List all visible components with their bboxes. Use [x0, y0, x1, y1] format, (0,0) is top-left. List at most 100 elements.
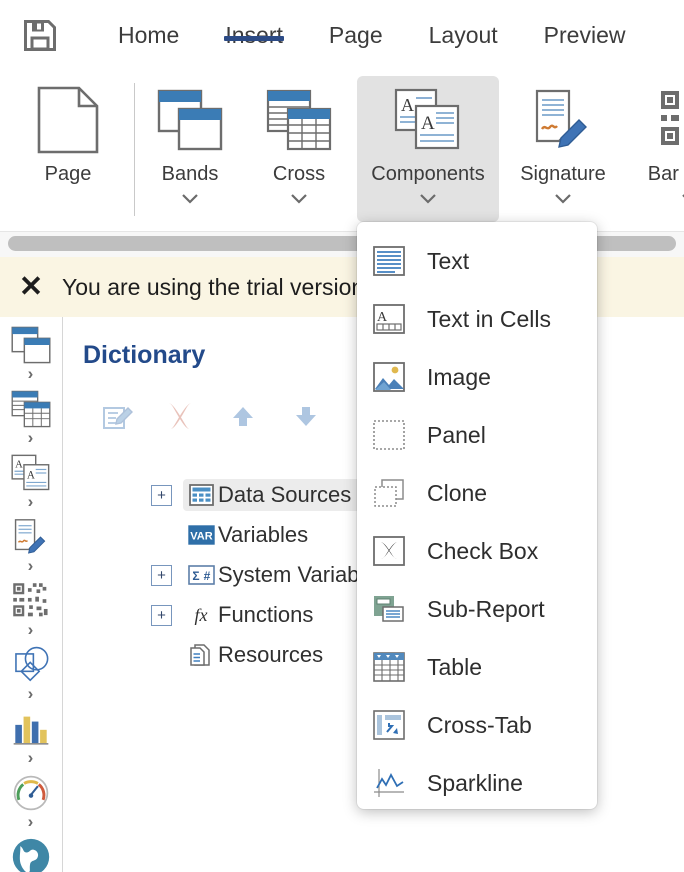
- panel-icon: [373, 420, 427, 450]
- ribbon-button-cross[interactable]: Cross: [228, 76, 370, 222]
- cross-tab-icon: [373, 710, 427, 740]
- globe-map-icon: [11, 835, 51, 872]
- expander-icon[interactable]: +: [151, 604, 172, 626]
- resources-icon: [187, 643, 215, 667]
- tab-preview[interactable]: Preview: [521, 0, 649, 49]
- text-in-cells-icon: A: [373, 304, 427, 334]
- chevron-right-icon[interactable]: ›: [28, 685, 34, 702]
- chevron-down-icon[interactable]: [180, 191, 200, 209]
- tab-layout[interactable]: Layout: [406, 0, 521, 49]
- rail-item-map[interactable]: [0, 835, 61, 872]
- signature-icon: [12, 515, 50, 559]
- svg-text:A: A: [421, 113, 435, 134]
- data-sources-icon: [187, 484, 215, 506]
- rail-item-chart[interactable]: ›: [0, 707, 61, 773]
- tab-page[interactable]: Page: [306, 0, 406, 49]
- ribbon-label: Cross: [272, 163, 326, 185]
- chevron-right-icon[interactable]: ›: [28, 749, 34, 766]
- ribbon-label: Components: [371, 163, 485, 185]
- menu-item-clone[interactable]: Clone: [357, 464, 597, 522]
- menu-item-label: Cross-Tab: [427, 711, 532, 738]
- ribbon-label: Bands: [161, 163, 219, 185]
- chevron-right-icon[interactable]: ›: [28, 429, 34, 446]
- rail-item-shapes[interactable]: ›: [0, 643, 61, 709]
- chevron-right-icon[interactable]: ›: [28, 365, 34, 382]
- tab-label: Insert: [225, 22, 283, 48]
- tree-item[interactable]: VAR Variables: [183, 519, 318, 551]
- rail-item-cross[interactable]: ›: [0, 387, 61, 453]
- rail-item-barcode[interactable]: ›: [0, 579, 61, 645]
- chevron-right-icon[interactable]: ›: [28, 621, 34, 638]
- expander-icon[interactable]: +: [151, 564, 172, 586]
- rail-item-bands[interactable]: ›: [0, 323, 61, 389]
- chevron-down-icon[interactable]: [553, 191, 573, 209]
- menu-item-label: Text in Cells: [427, 305, 551, 332]
- chevron-down-icon[interactable]: [680, 191, 684, 209]
- rail-item-signature[interactable]: ›: [0, 515, 61, 581]
- tab-insert[interactable]: Insert: [202, 0, 306, 49]
- variables-icon: VAR: [187, 525, 215, 545]
- menu-item-sparkline[interactable]: Sparkline: [357, 754, 597, 809]
- check-box-icon: [373, 536, 427, 566]
- menu-item-table[interactable]: Table: [357, 638, 597, 696]
- tree-item[interactable]: fx Functions: [183, 599, 323, 631]
- menu-item-text-in-cells[interactable]: A Text in Cells: [357, 290, 597, 348]
- chart-icon: [12, 707, 50, 751]
- chevron-right-icon[interactable]: ›: [28, 813, 34, 830]
- menu-item-label: Image: [427, 363, 491, 390]
- edit-icon[interactable]: [95, 395, 139, 437]
- system-variables-icon: Σ #: [187, 565, 215, 585]
- tab-home[interactable]: Home: [95, 0, 202, 49]
- tab-label: Preview: [543, 22, 626, 48]
- menu-item-cross-tab[interactable]: Cross-Tab: [357, 696, 597, 754]
- rail-item-components[interactable]: A A ›: [0, 451, 61, 517]
- tree-item[interactable]: Resources: [183, 639, 333, 671]
- menu-item-label: Table: [427, 653, 482, 680]
- expander-icon[interactable]: +: [151, 484, 172, 506]
- chevron-right-icon[interactable]: ›: [28, 493, 34, 510]
- bands-icon: [10, 323, 51, 367]
- ribbon-button-components[interactable]: A A Components: [357, 76, 499, 222]
- cross-icon: [11, 387, 51, 431]
- delete-x-icon[interactable]: [158, 395, 202, 437]
- signature-icon: [531, 84, 595, 156]
- move-up-icon[interactable]: [221, 395, 265, 437]
- ribbon-button-barcode[interactable]: Bar Code: [619, 76, 684, 222]
- sparkline-icon: [373, 768, 427, 798]
- ribbon-button-signature[interactable]: Signature: [492, 76, 634, 222]
- tab-label: Home: [118, 22, 180, 48]
- page-icon: [37, 84, 99, 156]
- save-icon[interactable]: [24, 20, 56, 51]
- move-down-icon[interactable]: [284, 395, 328, 437]
- chevron-down-icon[interactable]: [418, 191, 438, 209]
- svg-text:A: A: [15, 460, 23, 471]
- components-dropdown-menu: Text A Text in Cells Image Panel Clone C…: [357, 222, 597, 809]
- components-icon: A A: [10, 451, 51, 495]
- shapes-icon: [11, 643, 51, 687]
- bands-icon: [157, 84, 223, 156]
- rail-item-gauge[interactable]: ›: [0, 771, 61, 837]
- ribbon-label: Signature: [520, 163, 606, 185]
- menu-item-check-box[interactable]: Check Box: [357, 522, 597, 580]
- components-icon: A A: [394, 84, 462, 156]
- svg-text:VAR: VAR: [190, 531, 212, 543]
- tree-item-label: Data Sources: [218, 482, 352, 507]
- tab-label: Layout: [428, 22, 498, 48]
- chevron-down-icon[interactable]: [289, 191, 309, 209]
- barcode-icon: [12, 579, 50, 623]
- menu-item-label: Check Box: [427, 537, 539, 564]
- menu-item-label: Sparkline: [427, 769, 523, 796]
- menu-item-sub-report[interactable]: Sub-Report: [357, 580, 597, 638]
- page-title: Dictionary: [83, 341, 206, 369]
- menu-item-text[interactable]: Text: [357, 232, 597, 290]
- svg-text:Σ: Σ: [192, 569, 199, 583]
- svg-text:A: A: [401, 95, 414, 115]
- menu-item-label: Sub-Report: [427, 595, 545, 622]
- menu-item-label: Panel: [427, 421, 486, 448]
- chevron-right-icon[interactable]: ›: [28, 557, 34, 574]
- menu-item-panel[interactable]: Panel: [357, 406, 597, 464]
- tree-item[interactable]: Data Sources: [183, 479, 362, 511]
- ribbon-tabs: Home Insert Page Layout Preview: [95, 0, 648, 69]
- menu-item-image[interactable]: Image: [357, 348, 597, 406]
- close-icon[interactable]: ✕: [0, 272, 62, 302]
